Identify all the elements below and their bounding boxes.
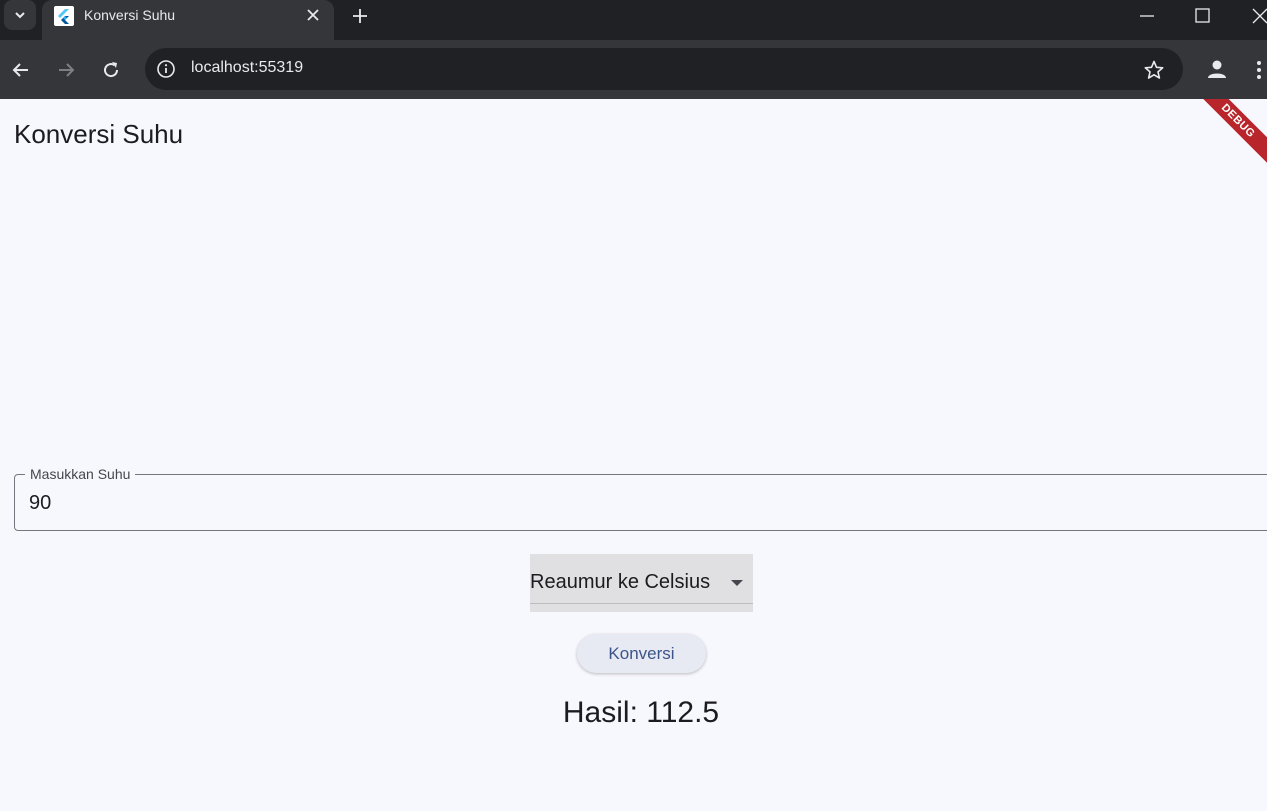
back-arrow-icon[interactable] — [10, 59, 32, 81]
profile-icon[interactable] — [1205, 57, 1229, 81]
info-icon[interactable] — [156, 59, 176, 79]
app-bar-title: Konversi Suhu — [14, 119, 184, 149]
maximize-icon[interactable] — [1193, 6, 1213, 26]
browser-tab-bar: Konversi Suhu — [0, 0, 1267, 40]
conversion-type-dropdown[interactable]: Reaumur ke Celsius — [530, 554, 753, 612]
chevron-down-icon — [15, 12, 25, 19]
temperature-input-field[interactable]: Masukkan Suhu 90 — [14, 466, 1267, 531]
result-text: Hasil: 112.5 — [562, 696, 720, 729]
bookmark-star-icon[interactable] — [1143, 59, 1165, 81]
close-icon[interactable] — [304, 6, 322, 24]
app-page: Konversi Suhu DEBUG Masukkan Suhu 90 Rea… — [0, 99, 1267, 811]
reload-icon[interactable] — [100, 59, 122, 81]
forward-arrow-icon[interactable] — [55, 59, 77, 81]
dropdown-underline — [530, 603, 753, 604]
tab-search-button[interactable] — [4, 0, 36, 30]
flutter-logo-icon — [54, 6, 74, 26]
dropdown-selected-value: Reaumur ke Celsius — [530, 571, 711, 593]
new-tab-icon[interactable] — [350, 6, 370, 26]
more-menu-icon[interactable] — [1252, 58, 1266, 82]
debug-banner: DEBUG — [1192, 99, 1267, 167]
minimize-icon[interactable] — [1137, 6, 1157, 26]
tab-title: Konversi Suhu — [84, 7, 176, 23]
convert-button[interactable]: Konversi — [577, 634, 706, 673]
browser-toolbar: localhost:55319 — [0, 40, 1267, 99]
temperature-input-value[interactable]: 90 — [29, 492, 51, 515]
dropdown-arrow-icon — [731, 580, 743, 586]
browser-tab[interactable]: Konversi Suhu — [42, 0, 334, 40]
temperature-input-label: Masukkan Suhu — [25, 466, 136, 482]
address-bar[interactable]: localhost:55319 — [145, 48, 1183, 90]
url-text: localhost:55319 — [191, 59, 304, 76]
window-close-icon[interactable] — [1250, 6, 1267, 26]
